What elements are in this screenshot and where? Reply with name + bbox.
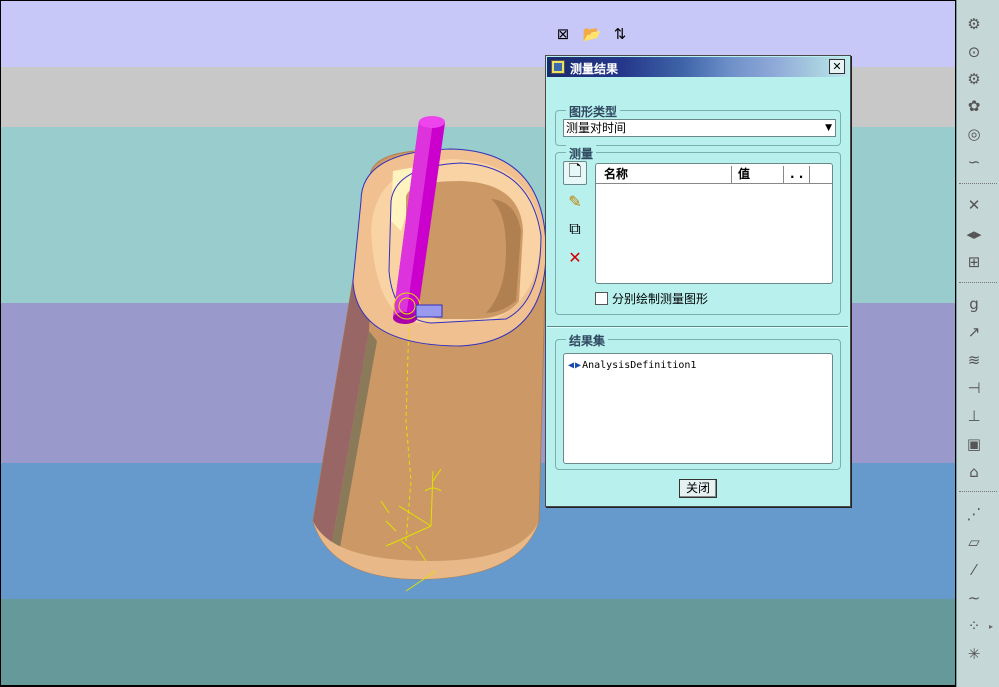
toolbar-separator [959,183,997,184]
measure-icon[interactable]: ⊞ [961,250,987,274]
gravity-icon[interactable]: g [961,292,987,316]
export-icon[interactable]: ⇅ [610,25,630,43]
delete-measure-button[interactable]: ✕ [563,245,587,269]
gear-pair-icon[interactable]: ⚙ [961,67,987,91]
list-item[interactable]: ◀ ▶ AnalysisDefinition1 [568,360,696,371]
new-document-icon: 🗋 [568,160,582,180]
close-icon[interactable]: ✕ [829,59,845,74]
damper-icon[interactable]: ⊣ [961,376,987,400]
result-item-label: AnalysisDefinition1 [582,360,697,371]
initial-condition-icon[interactable]: ⌂ [961,460,987,484]
edit-measure-button[interactable]: ✎ [563,189,587,213]
copy-measure-button[interactable]: ⧉ [563,217,587,241]
delete-icon: ✕ [568,247,582,267]
copy-icon: ⧉ [569,219,581,238]
plane-icon[interactable]: ▱ [961,530,987,554]
column-header-value[interactable]: 值 [732,166,784,183]
plot-separately-checkbox[interactable] [595,292,608,305]
plot-separately-label: 分别绘制测量图形 [612,292,709,306]
dialog-title: 测量结果 [570,62,619,76]
bushing-icon[interactable]: ⊥ [961,404,987,428]
measure-table[interactable]: 名称 值 . . [595,163,833,284]
graph-icon[interactable]: ⊠ [553,25,573,43]
new-measure-button[interactable]: 🗋 [563,161,587,185]
result-set-legend: 结果集 [566,332,609,349]
close-button[interactable]: 关闭 [679,479,717,498]
datum-icon[interactable]: ⋰ [961,502,987,526]
chevron-down-icon: ▼ [825,123,832,133]
open-folder-icon[interactable]: 📂 [582,25,602,43]
axis-icon[interactable]: ⁄ [961,558,987,582]
spring-element-icon[interactable]: ≋ [961,348,987,372]
force-icon[interactable]: ↗ [961,320,987,344]
playback-icon[interactable]: ◂▸ [961,222,987,246]
slot-icon[interactable]: ∽ [961,150,987,174]
table-header: 名称 值 . . [596,164,832,184]
column-header-name[interactable]: 名称 [598,166,732,183]
mechanism-analysis-icon[interactable]: ✕ [961,193,987,217]
curve-icon[interactable]: ∼ [961,586,987,610]
app-icon [551,60,565,74]
triangle-right-icon: ▶ [575,360,582,371]
result-set-list[interactable]: ◀ ▶ AnalysisDefinition1 [563,353,833,464]
chart-type-legend: 图形类型 [566,103,621,120]
flyout-arrow-icon[interactable]: ▸ [989,622,993,631]
motor-icon[interactable]: ⊙ [961,40,987,64]
toolbar-separator [959,491,997,492]
dialog-title-bar[interactable]: 测量结果 ✕ [547,57,849,77]
gear-icon[interactable]: ✿ [961,94,987,118]
point-icon[interactable]: ⁘ [961,614,987,638]
triangle-left-icon: ◀ [568,360,575,371]
chart-type-value: 测量对时间 [566,121,627,135]
column-header-more[interactable]: . . [784,166,810,183]
section-divider [547,326,848,328]
toolbar-separator [959,282,997,283]
cam-icon[interactable]: ◎ [961,122,987,146]
pencil-icon: ✎ [568,191,582,211]
mass-properties-icon[interactable]: ▣ [961,432,987,456]
spring-icon[interactable]: ⚙ [961,12,987,36]
coordinate-system-icon[interactable]: ✳ [961,642,987,666]
right-toolbar: ⚙ ⊙ ⚙ ✿ ◎ ∽ ✕ ◂▸ ⊞ g ↗ ≋ ⊣ ⊥ ▣ ⌂ ⋰ ▱ ⁄ ∼… [956,0,999,687]
chart-type-select[interactable]: 测量对时间 ▼ [563,119,836,137]
